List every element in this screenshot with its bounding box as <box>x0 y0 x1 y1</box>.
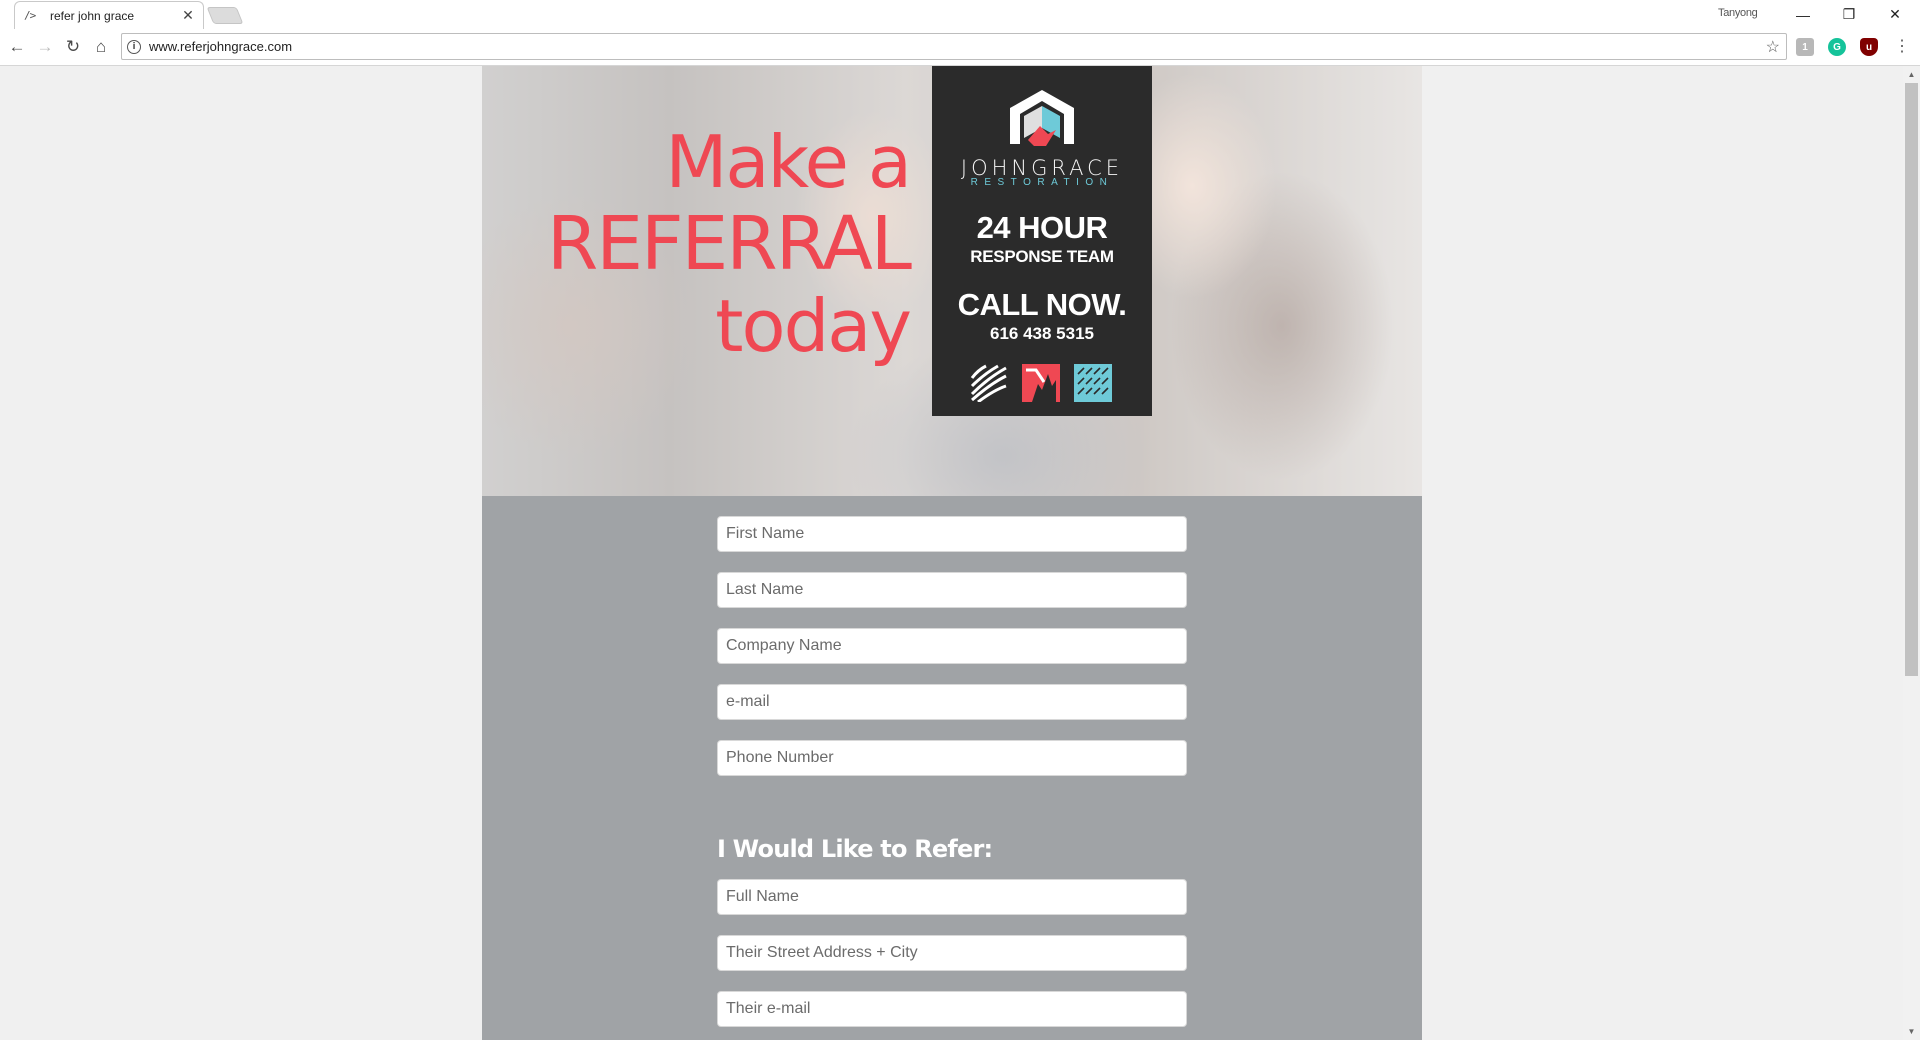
headline-line-2: REFERRAL <box>546 201 912 287</box>
home-icon[interactable]: ⌂ <box>89 35 113 59</box>
browser-toolbar: ← → ↻ ⌂ i www.referjohngrace.com ☆ 1 G u… <box>0 29 1920 66</box>
browser-titlebar: /> refer john grace ✕ Tanyong — ❐ ✕ <box>0 0 1920 29</box>
phone-number-field[interactable] <box>717 740 1187 776</box>
headline-line-1: Make a <box>665 120 912 204</box>
extension-icon[interactable]: 1 <box>1796 38 1814 56</box>
address-bar[interactable]: i www.referjohngrace.com ☆ <box>121 33 1787 60</box>
minimize-icon[interactable]: — <box>1780 0 1826 29</box>
last-name-field[interactable] <box>717 572 1187 608</box>
email-field[interactable] <box>717 684 1187 720</box>
hero-headline: Make a REFERRAL today <box>546 120 912 368</box>
back-icon[interactable]: ← <box>5 35 29 59</box>
info-icon[interactable]: i <box>127 39 141 54</box>
promo-phone: 616 438 5315 <box>990 324 1094 343</box>
hero-banner: Make a REFERRAL today JOHNGRACE RESTORAT… <box>482 66 1422 496</box>
browser-menu-icon[interactable]: ⋮ <box>1894 36 1910 56</box>
refer-heading: I Would Like to Refer: <box>717 835 993 863</box>
brand-subtitle: RESTORATION <box>970 177 1114 188</box>
fire-damage-icon <box>1022 364 1060 402</box>
referral-form: I Would Like to Refer: <box>482 496 1422 1040</box>
page-content: Make a REFERRAL today JOHNGRACE RESTORAT… <box>482 66 1422 1040</box>
water-damage-icon <box>1074 364 1112 402</box>
close-tab-icon[interactable]: ✕ <box>179 7 197 24</box>
promo-call: CALL NOW. <box>957 287 1127 322</box>
promo-team: RESPONSE TEAM <box>970 247 1114 266</box>
grammarly-icon[interactable]: G <box>1828 38 1846 56</box>
scroll-up-icon[interactable]: ▲ <box>1903 66 1920 83</box>
house-logo-icon <box>1010 90 1074 146</box>
referral-address-field[interactable] <box>717 935 1187 971</box>
tab-title: refer john grace <box>50 8 135 23</box>
page-viewport: Make a REFERRAL today JOHNGRACE RESTORAT… <box>0 66 1903 1040</box>
promo-hours: 24 HOUR <box>976 210 1108 245</box>
bookmark-star-icon[interactable]: ☆ <box>1766 37 1780 57</box>
vertical-scrollbar[interactable]: ▲ ▼ <box>1903 66 1920 1040</box>
headline-line-3: today <box>715 284 912 368</box>
scrollbar-thumb[interactable] <box>1905 83 1918 676</box>
close-window-icon[interactable]: ✕ <box>1872 0 1918 29</box>
referral-full-name-field[interactable] <box>717 879 1187 915</box>
promo-panel: JOHNGRACE RESTORATION 24 HOUR RESPONSE T… <box>932 66 1152 416</box>
browser-tab[interactable]: /> refer john grace ✕ <box>14 1 204 29</box>
profile-name[interactable]: Tanyong <box>1718 7 1758 19</box>
first-name-field[interactable] <box>717 516 1187 552</box>
reload-icon[interactable]: ↻ <box>61 35 85 59</box>
restore-icon[interactable]: ❐ <box>1826 0 1872 29</box>
url-text[interactable]: www.referjohngrace.com <box>149 39 1766 54</box>
referral-email-field[interactable] <box>717 991 1187 1027</box>
code-icon: /> <box>24 8 36 22</box>
ublock-icon[interactable]: u <box>1860 38 1878 56</box>
wind-damage-icon <box>970 364 1008 402</box>
new-tab-button[interactable] <box>206 7 244 24</box>
forward-icon[interactable]: → <box>33 35 57 59</box>
company-name-field[interactable] <box>717 628 1187 664</box>
scroll-down-icon[interactable]: ▼ <box>1903 1023 1920 1040</box>
